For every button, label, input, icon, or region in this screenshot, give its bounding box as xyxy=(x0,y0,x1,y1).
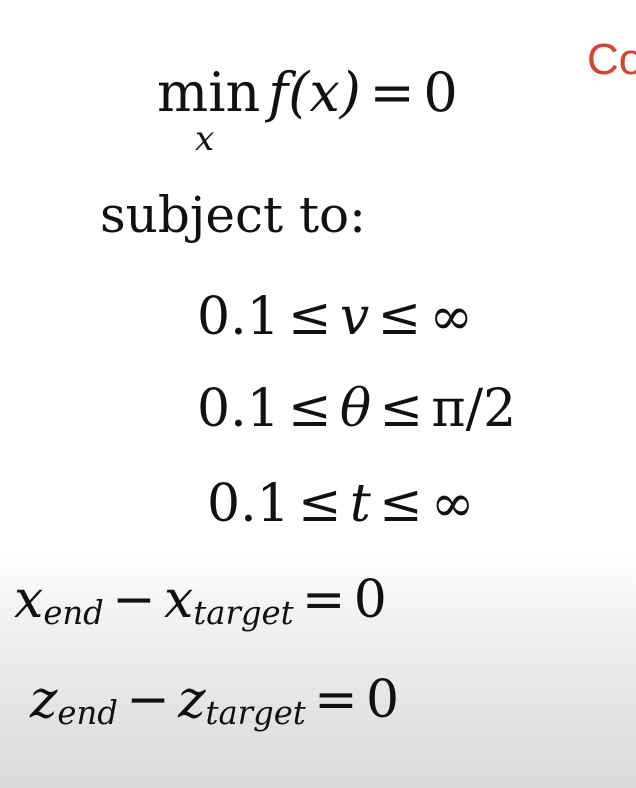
lower-bound: 0.1 xyxy=(197,379,280,439)
z-target-symbol: z xyxy=(178,670,206,730)
le-sign: ≤ xyxy=(379,474,423,534)
x-end-symbol: x xyxy=(14,570,44,630)
corner-label: Co xyxy=(587,35,636,84)
lower-bound: 0.1 xyxy=(207,474,290,534)
objective-rhs: 0 xyxy=(423,61,458,124)
le-sign: ≤ xyxy=(377,287,422,347)
constraint-theta: 0.1 ≤ θ ≤ π/2 xyxy=(197,383,516,435)
subject-to-label: subject to: xyxy=(100,186,366,244)
z-end-symbol: z xyxy=(30,670,58,730)
constraint-variable: θ xyxy=(339,379,372,439)
equality-x: xend − xtarget = 0 xyxy=(14,574,387,629)
equality-rhs: 0 xyxy=(353,570,387,630)
minus-sign: − xyxy=(112,570,156,630)
equality-rhs: 0 xyxy=(365,670,400,730)
le-sign: ≤ xyxy=(288,287,332,347)
objective-function: f(x) xyxy=(268,61,361,124)
equals-sign: = xyxy=(314,670,358,730)
equality-z: zend − ztarget = 0 xyxy=(30,674,399,729)
min-text: min xyxy=(157,61,261,124)
min-operator: min x xyxy=(157,66,260,157)
upper-bound: π/2 xyxy=(431,379,517,439)
constraint-variable: v xyxy=(339,287,370,347)
equals-sign: = xyxy=(369,61,415,124)
constraint-v: 0.1 ≤ v ≤ ∞ xyxy=(197,291,473,343)
x-target-subscript: target xyxy=(193,594,294,633)
lower-bound: 0.1 xyxy=(197,287,280,347)
objective-equation: min x f(x) = 0 xyxy=(157,66,458,157)
z-end-subscript: end xyxy=(57,694,118,733)
minus-sign: − xyxy=(126,670,170,730)
upper-bound: ∞ xyxy=(431,474,475,534)
min-variable: x xyxy=(195,119,215,159)
constraint-t: 0.1 ≤ t ≤ ∞ xyxy=(207,478,474,530)
z-target-subscript: target xyxy=(205,694,306,733)
upper-bound: ∞ xyxy=(429,287,473,347)
constraint-variable: t xyxy=(349,474,371,534)
le-sign: ≤ xyxy=(298,474,342,534)
le-sign: ≤ xyxy=(288,379,332,439)
le-sign: ≤ xyxy=(379,379,424,439)
equals-sign: = xyxy=(301,570,346,630)
x-target-symbol: x xyxy=(164,570,194,630)
x-end-subscript: end xyxy=(43,594,104,633)
